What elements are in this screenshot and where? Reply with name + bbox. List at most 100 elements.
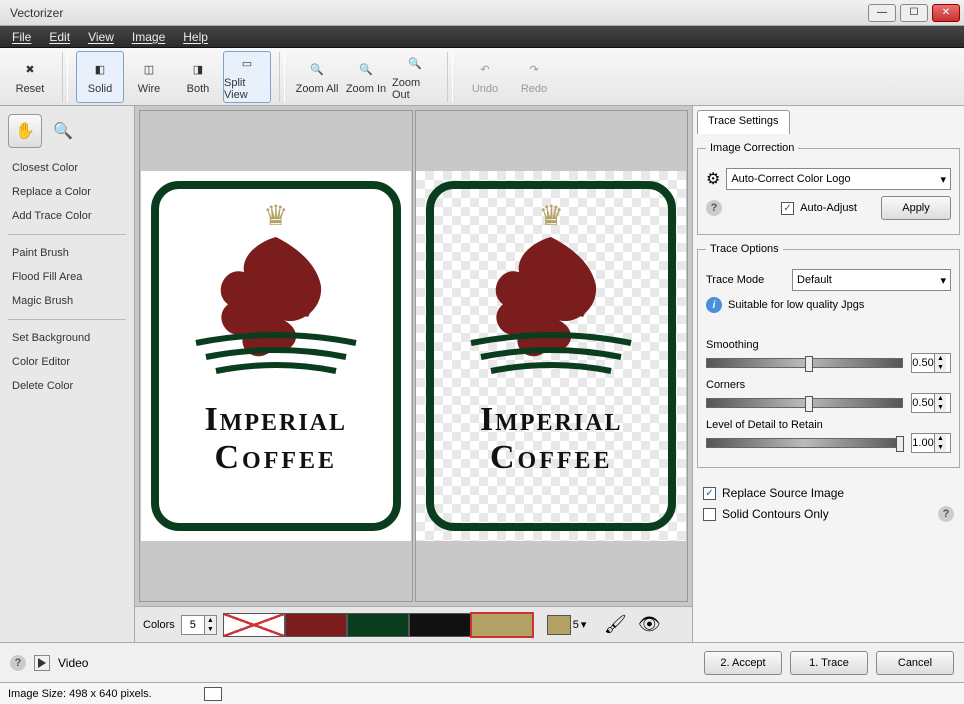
toolbar-reset[interactable]: ✖ Reset [6,51,54,103]
solid-icon: ◧ [89,59,111,81]
toolbar-zoomin[interactable]: 🔍 Zoom In [342,51,390,103]
trace-button[interactable]: 1. Trace [790,651,868,675]
toolbar-zoomout[interactable]: 🔍 Zoom Out [391,51,439,103]
hand-icon: ✋ [15,121,35,141]
menu-view[interactable]: View [80,28,122,46]
maximize-button[interactable]: ☐ [900,4,928,22]
toolbar-splitview[interactable]: ▭ Split View [223,51,271,103]
accept-button[interactable]: 2. Accept [704,651,782,675]
image-correction-mode-combo[interactable]: Auto-Correct Color Logo ▾ [726,168,951,190]
eye-preview-button[interactable]: 👁 [636,612,662,638]
canvas-pane-original[interactable]: ♛ Imperial Coffee [139,110,413,602]
replace-source-checkbox[interactable]: ✓ [703,487,716,500]
corners-slider[interactable] [706,398,903,408]
reset-icon: ✖ [19,59,41,81]
menubar: File Edit View Image Help [0,26,964,48]
toolbar-redo[interactable]: ↷ Redo [510,51,558,103]
help-icon[interactable]: ? [706,200,722,216]
corners-value[interactable]: 0.50▲▼ [911,393,951,413]
trace-options-group: Trace Options Trace Mode Default ▾ i Sui… [697,243,960,468]
apply-button[interactable]: Apply [881,196,951,220]
swatch-black[interactable] [409,613,471,637]
solid-contours-checkbox[interactable] [703,508,716,521]
colors-label: Colors [143,619,175,631]
canvas-area: ♛ Imperial Coffee ♛ [135,106,692,642]
trace-mode-combo[interactable]: Default ▾ [792,269,951,291]
zoomin-icon: 🔍 [355,59,377,81]
undo-icon: ↶ [474,59,496,81]
colors-strip: Colors 5 ▲▼ 5 ▾ 🖌 👁 [135,606,692,642]
logo-traced: ♛ Imperial Coffee [416,171,686,541]
chevron-down-icon: ▾ [940,173,946,186]
redo-icon: ↷ [523,59,545,81]
selected-swatch [547,615,571,635]
minimize-button[interactable]: — [868,4,896,22]
tab-trace-settings[interactable]: Trace Settings [697,110,790,134]
statusbar: Image Size: 498 x 640 pixels. [0,682,964,704]
detail-value[interactable]: 1.00▲▼ [911,433,951,453]
color-preset-dropdown[interactable]: 5 ▾ [539,615,587,635]
toolbar-undo[interactable]: ↶ Undo [461,51,509,103]
logo-line1: Imperial [141,401,411,439]
sidebar-closest-color[interactable]: Closest Color [2,156,132,180]
smoothing-slider[interactable] [706,358,903,368]
colors-count-spinner[interactable]: 5 ▲▼ [181,615,217,635]
swoosh-graphic [466,331,636,381]
swatch-tan-selected[interactable] [471,613,533,637]
wire-icon: ◫ [138,59,160,81]
zoomout-icon: 🔍 [404,53,426,75]
status-text: Image Size: 498 x 640 pixels. [8,688,152,700]
chevron-down-icon: ▾ [940,274,946,287]
sidebar-delete-color[interactable]: Delete Color [2,374,132,398]
logo-original: ♛ Imperial Coffee [141,171,411,541]
swoosh-graphic [191,331,361,381]
help-icon[interactable]: ? [10,655,26,671]
eyedropper-button[interactable]: 🖌 [602,612,628,638]
video-play-button[interactable] [34,655,50,671]
swatch-green[interactable] [347,613,409,637]
logo-line2: Coffee [416,439,686,477]
toolbar-zoomall[interactable]: 🔍 Zoom All [293,51,341,103]
magnifier-icon: 🔍 [53,121,73,141]
zoomall-icon: 🔍 [306,59,328,81]
toolbar-solid[interactable]: ◧ Solid [76,51,124,103]
toolbar: ✖ Reset ◧ Solid ◫ Wire ◨ Both ▭ Split Vi… [0,48,964,106]
swatch-red[interactable] [285,613,347,637]
hand-tool-button[interactable]: ✋ [8,114,42,148]
toolbar-wire[interactable]: ◫ Wire [125,51,173,103]
sidebar-color-editor[interactable]: Color Editor [2,350,132,374]
sidebar: ✋ 🔍 Closest Color Replace a Color Add Tr… [0,106,135,642]
spin-down-icon[interactable]: ▼ [204,625,216,634]
window-title: Vectorizer [10,6,63,20]
logo-line1: Imperial [416,401,686,439]
toolbar-both[interactable]: ◨ Both [174,51,222,103]
smoothing-value[interactable]: 0.50▲▼ [911,353,951,373]
sidebar-paint-brush[interactable]: Paint Brush [2,241,132,265]
menu-file[interactable]: File [4,28,39,46]
video-label[interactable]: Video [58,656,88,670]
cancel-button[interactable]: Cancel [876,651,954,675]
sidebar-set-background[interactable]: Set Background [2,326,132,350]
sidebar-add-trace-color[interactable]: Add Trace Color [2,204,132,228]
status-swatch [204,687,222,701]
spin-up-icon[interactable]: ▲ [204,616,216,625]
help-icon[interactable]: ? [938,506,954,522]
zoom-tool-button[interactable]: 🔍 [46,114,80,148]
play-icon [38,658,46,668]
bottombar: ? Video 2. Accept 1. Trace Cancel [0,642,964,682]
sidebar-flood-fill[interactable]: Flood Fill Area [2,265,132,289]
detail-slider[interactable] [706,438,903,448]
auto-adjust-checkbox[interactable]: ✓ [781,202,794,215]
swatch-white[interactable] [223,613,285,637]
titlebar: Vectorizer — ☐ ✕ [0,0,964,26]
sidebar-magic-brush[interactable]: Magic Brush [2,289,132,313]
canvas-pane-traced[interactable]: ♛ Imperial Coffee [415,110,689,602]
menu-image[interactable]: Image [124,28,173,46]
gear-icon: ⚙ [706,169,720,189]
sidebar-replace-color[interactable]: Replace a Color [2,180,132,204]
info-icon: i [706,297,722,313]
menu-help[interactable]: Help [175,28,216,46]
logo-line2: Coffee [141,439,411,477]
close-button[interactable]: ✕ [932,4,960,22]
menu-edit[interactable]: Edit [41,28,78,46]
